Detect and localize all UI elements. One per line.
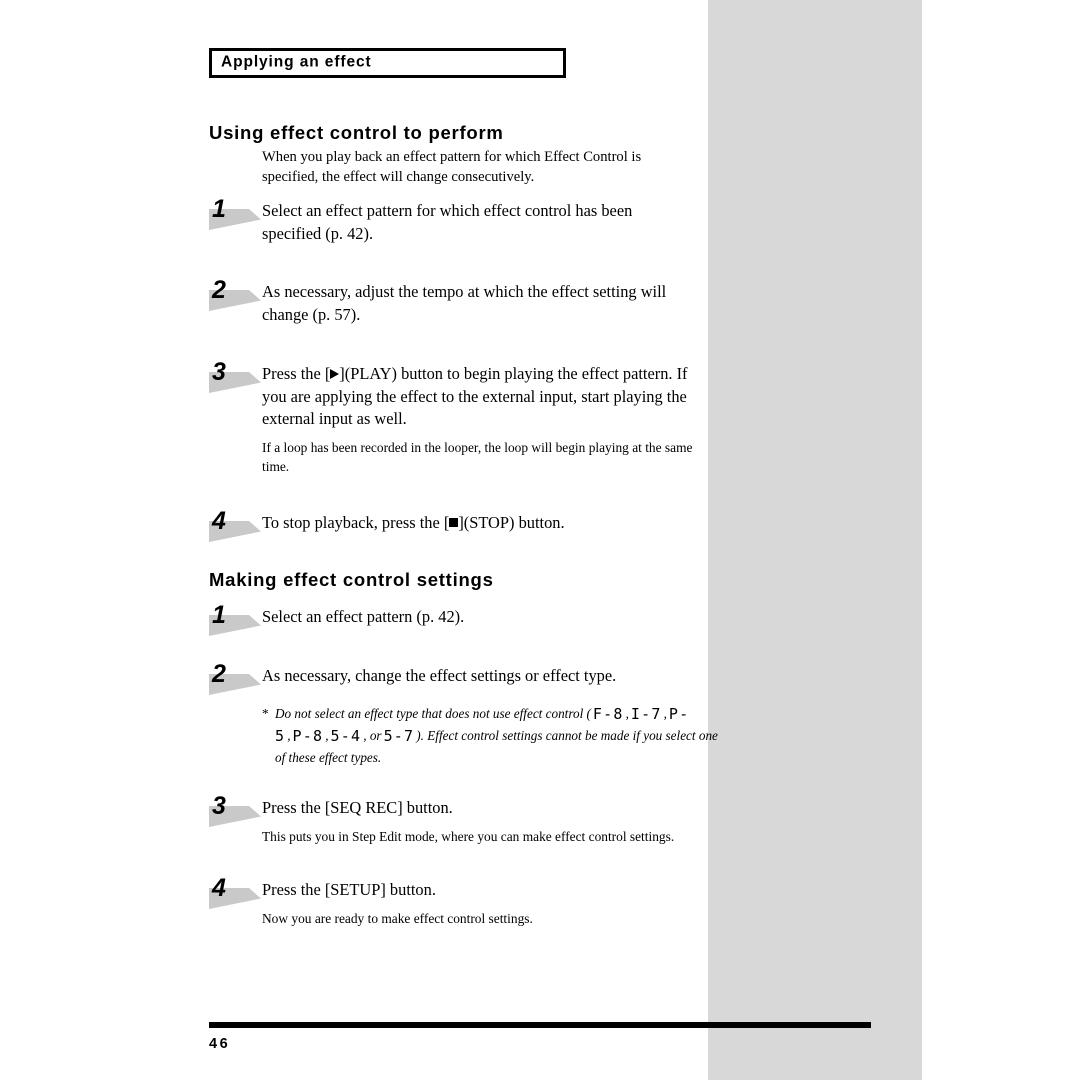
step-text: Press the [SETUP] button. (262, 880, 436, 899)
step-number: 4 (212, 874, 226, 902)
footnote-sep-4: , (363, 727, 367, 743)
chapter-title-box: Applying an effect (209, 48, 566, 78)
step-item: 2 As necessary, adjust the tempo at whic… (209, 276, 709, 326)
step-number-marker: 1 (209, 601, 265, 640)
step-text: As necessary, change the effect settings… (262, 666, 617, 685)
step-body: Select an effect pattern for which effec… (262, 200, 694, 245)
step-number: 2 (212, 660, 226, 688)
footnote-text-part1: Do not select an effect type that does n… (275, 705, 591, 721)
section-heading-using-effect-control: Using effect control to perform (209, 122, 504, 143)
effect-code-3: P-8 (292, 726, 324, 745)
step-note: If a loop has been recorded in the loope… (262, 439, 693, 474)
step-number: 3 (212, 792, 226, 820)
step-text: As necessary, adjust the tempo at which … (262, 282, 667, 324)
step-text-before-glyph: To stop playback, press the [ (262, 513, 450, 532)
footer-rule (209, 1022, 871, 1028)
step-item: 1 Select an effect pattern (p. 42). (209, 603, 709, 636)
step-item: 4 To stop playback, press the [ ](STOP) b… (209, 509, 709, 542)
step-item: 2 As necessary, change the effect settin… (209, 660, 718, 768)
step-body: Select an effect pattern (p. 42). (262, 606, 694, 629)
manual-page: Applying an effect Using effect control … (0, 0, 1080, 1080)
step-body: To stop playback, press the [ ](STOP) but… (262, 512, 694, 535)
step-item: 1 Select an effect pattern for which eff… (209, 195, 709, 245)
stop-icon (449, 518, 459, 527)
effect-code-0: F-8 (592, 704, 624, 723)
step-number-marker: 4 (209, 874, 265, 913)
step-item: 4 Press the [SETUP] button. Now you are … (209, 874, 709, 928)
step-body: As necessary, adjust the tempo at which … (262, 281, 694, 326)
step-text: To stop playback, press the [ ](STOP) but… (262, 512, 694, 535)
step-text-before-glyph: Press the [ (262, 364, 331, 383)
page-number: 46 (209, 1036, 231, 1052)
step-number: 1 (212, 195, 226, 223)
page-content-column: Applying an effect Using effect control … (209, 0, 718, 1080)
step-number: 4 (212, 507, 226, 535)
step-text: Select an effect pattern for which effec… (262, 201, 633, 243)
step-text: Press the [](PLAY) button to begin playi… (262, 363, 694, 431)
play-icon (330, 369, 340, 379)
step-number-marker: 3 (209, 358, 265, 397)
step-number: 3 (212, 358, 226, 386)
page-edge-gray-band (708, 0, 922, 1080)
effect-type-footnote: * Do not select an effect type that does … (262, 703, 725, 768)
footnote-conjunction: or (369, 727, 382, 743)
step-body: As necessary, change the effect settings… (262, 665, 718, 768)
footnote-asterisk: * (262, 705, 269, 721)
effect-code-1: I-7 (630, 704, 662, 723)
effect-code-4: 5-4 (330, 726, 362, 745)
step-text: Press the [SEQ REC] button. (262, 798, 453, 817)
step-text-after-glyph: ](STOP) button. (458, 513, 565, 532)
step-body: Press the [SETUP] button. Now you are re… (262, 879, 694, 928)
step-note: This puts you in Step Edit mode, where y… (262, 828, 675, 844)
step-number: 2 (212, 276, 226, 304)
section-heading-making-effect-control-settings: Making effect control settings (209, 569, 494, 590)
effect-code-5: 5-7 (383, 726, 415, 745)
step-item: 3 Press the [SEQ REC] button. This puts … (209, 792, 709, 846)
step-body: Press the [SEQ REC] button. This puts yo… (262, 797, 694, 846)
step-number-marker: 2 (209, 660, 265, 699)
step-text: Select an effect pattern (p. 42). (262, 607, 465, 626)
step-number: 1 (212, 601, 226, 629)
step-number-marker: 2 (209, 276, 265, 315)
chapter-title-label: Applying an effect (221, 53, 372, 71)
step-item: 3 Press the [](PLAY) button to begin pla… (209, 358, 709, 476)
section-lead-paragraph: When you play back an effect pattern for… (262, 149, 642, 185)
step-number-marker: 1 (209, 195, 265, 234)
step-note: Now you are ready to make effect control… (262, 910, 533, 926)
step-body: Press the [](PLAY) button to begin playi… (262, 363, 694, 476)
step-number-marker: 4 (209, 507, 265, 546)
step-number-marker: 3 (209, 792, 265, 831)
